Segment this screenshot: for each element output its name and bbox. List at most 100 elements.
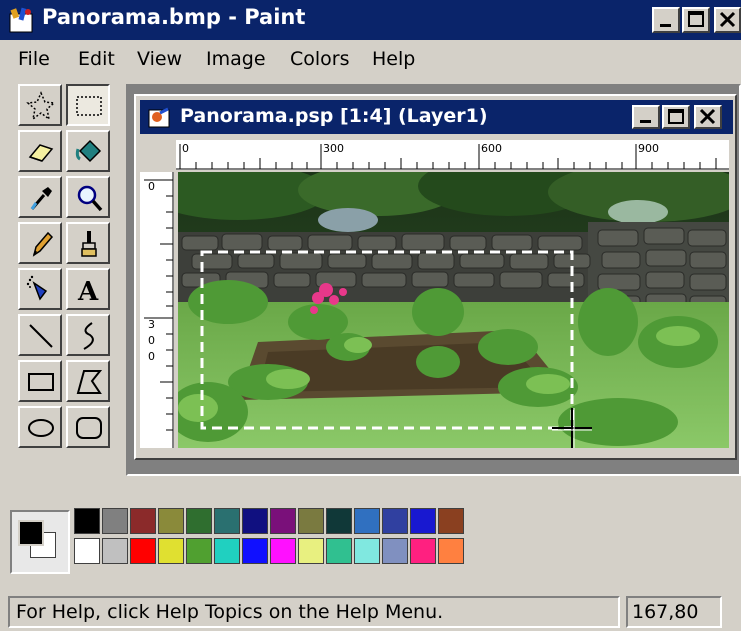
palette-swatch[interactable] — [214, 508, 240, 534]
palette-swatch[interactable] — [326, 508, 352, 534]
tool-rounded-rectangle[interactable] — [66, 406, 110, 448]
ruler-v-label-0c: 0 — [148, 350, 155, 363]
tool-select[interactable] — [66, 84, 110, 126]
ruler-v-label-0: 0 — [148, 180, 155, 193]
palette-swatch[interactable] — [438, 538, 464, 564]
horizontal-ruler: 0 300 600 900 — [176, 140, 729, 170]
free-form-select-icon — [26, 91, 56, 121]
palette-swatch[interactable] — [186, 538, 212, 564]
tool-pencil[interactable] — [18, 222, 62, 264]
tool-polygon[interactable] — [66, 360, 110, 402]
palette-swatch[interactable] — [102, 508, 128, 534]
tool-eraser[interactable] — [18, 130, 62, 172]
palette-swatch[interactable] — [298, 538, 324, 564]
close-icon — [699, 108, 716, 125]
palette-swatch[interactable] — [242, 508, 268, 534]
palette-swatch[interactable] — [382, 508, 408, 534]
toolbox: A — [14, 84, 122, 484]
palette-swatch[interactable] — [74, 508, 100, 534]
rectangle-icon — [28, 373, 54, 391]
tool-free-form-select[interactable] — [18, 84, 62, 126]
ruler-v-label-3: 3 — [148, 318, 155, 331]
palette-swatch[interactable] — [410, 508, 436, 534]
fill-bucket-icon — [75, 139, 102, 163]
tool-fill[interactable] — [66, 130, 110, 172]
cursor-coordinates: 167,80 — [632, 601, 699, 623]
palette-swatch[interactable] — [382, 538, 408, 564]
document-title-bar[interactable]: Panorama.psp [1:4] (Layer1) — [140, 100, 733, 134]
document-title: Panorama.psp [1:4] (Layer1) — [180, 105, 488, 127]
image-canvas[interactable] — [178, 172, 729, 448]
ruler-label-600: 600 — [481, 142, 502, 155]
tool-magnifier[interactable] — [66, 176, 110, 218]
menu-view[interactable]: View — [137, 48, 182, 70]
garden-photo — [178, 172, 729, 448]
status-text-panel: For Help, click Help Topics on the Help … — [8, 596, 620, 628]
brush-icon — [81, 231, 97, 257]
minimize-icon — [660, 24, 671, 27]
pencil-icon — [32, 231, 54, 257]
palette-swatch[interactable] — [186, 508, 212, 534]
palette-swatch[interactable] — [74, 538, 100, 564]
tool-rectangle[interactable] — [18, 360, 62, 402]
tool-text[interactable]: A — [66, 268, 110, 310]
ellipse-icon — [28, 419, 54, 437]
palette-swatch[interactable] — [410, 538, 436, 564]
menu-help[interactable]: Help — [372, 48, 415, 70]
vertical-ruler: 0 3 0 0 — [140, 172, 174, 448]
ruler-label-300: 300 — [323, 142, 344, 155]
palette-swatch[interactable] — [130, 508, 156, 534]
title-bar[interactable]: Panorama.bmp - Paint — [0, 0, 741, 40]
psp-document-icon — [148, 107, 170, 128]
menu-colors[interactable]: Colors — [290, 48, 350, 70]
menu-file[interactable]: File — [18, 48, 50, 70]
palette-swatch[interactable] — [354, 538, 380, 564]
minimize-icon — [640, 120, 651, 123]
ruler-v-label-0b: 0 — [148, 334, 155, 347]
foreground-color-swatch[interactable] — [18, 520, 44, 546]
tool-pick-color[interactable] — [18, 176, 62, 218]
tool-ellipse[interactable] — [18, 406, 62, 448]
close-button[interactable] — [714, 7, 741, 33]
palette-swatch[interactable] — [326, 538, 352, 564]
tool-line[interactable] — [18, 314, 62, 356]
rect-select-icon — [76, 96, 102, 116]
menu-image[interactable]: Image — [206, 48, 266, 70]
paint-app-icon — [9, 7, 33, 33]
airbrush-icon — [26, 275, 48, 301]
tool-airbrush[interactable] — [18, 268, 62, 310]
line-icon — [29, 324, 53, 348]
vertical-ruler-ticks — [144, 172, 174, 448]
maximize-icon — [668, 109, 684, 124]
tool-brush[interactable] — [66, 222, 110, 264]
curve-icon — [83, 322, 94, 350]
palette-swatch[interactable] — [298, 508, 324, 534]
menu-edit[interactable]: Edit — [78, 48, 115, 70]
palette-swatch[interactable] — [242, 538, 268, 564]
palette-swatch[interactable] — [102, 538, 128, 564]
close-icon — [719, 11, 736, 28]
palette-swatch[interactable] — [214, 538, 240, 564]
magnifier-icon — [77, 185, 103, 212]
rounded-rectangle-icon — [76, 417, 102, 439]
doc-maximize-button[interactable] — [662, 105, 690, 129]
eraser-icon — [28, 144, 54, 162]
palette-swatch[interactable] — [270, 508, 296, 534]
minimize-button[interactable] — [652, 7, 680, 33]
maximize-button[interactable] — [682, 7, 710, 33]
palette-swatch[interactable] — [270, 538, 296, 564]
doc-minimize-button[interactable] — [632, 105, 660, 129]
palette-swatch[interactable] — [354, 508, 380, 534]
palette-swatch[interactable] — [158, 508, 184, 534]
palette-swatch[interactable] — [438, 508, 464, 534]
ruler-label-0: 0 — [182, 142, 189, 155]
current-colors-indicator[interactable] — [10, 510, 70, 574]
palette-swatch[interactable] — [130, 538, 156, 564]
polygon-icon — [76, 370, 103, 394]
doc-close-button[interactable] — [694, 105, 722, 129]
eyedropper-icon — [30, 187, 52, 210]
palette-swatch[interactable] — [158, 538, 184, 564]
tool-curve[interactable] — [66, 314, 110, 356]
svg-text:A: A — [77, 277, 99, 305]
document-window[interactable]: Panorama.psp [1:4] (Layer1) 0 300 600 90… — [134, 94, 737, 460]
